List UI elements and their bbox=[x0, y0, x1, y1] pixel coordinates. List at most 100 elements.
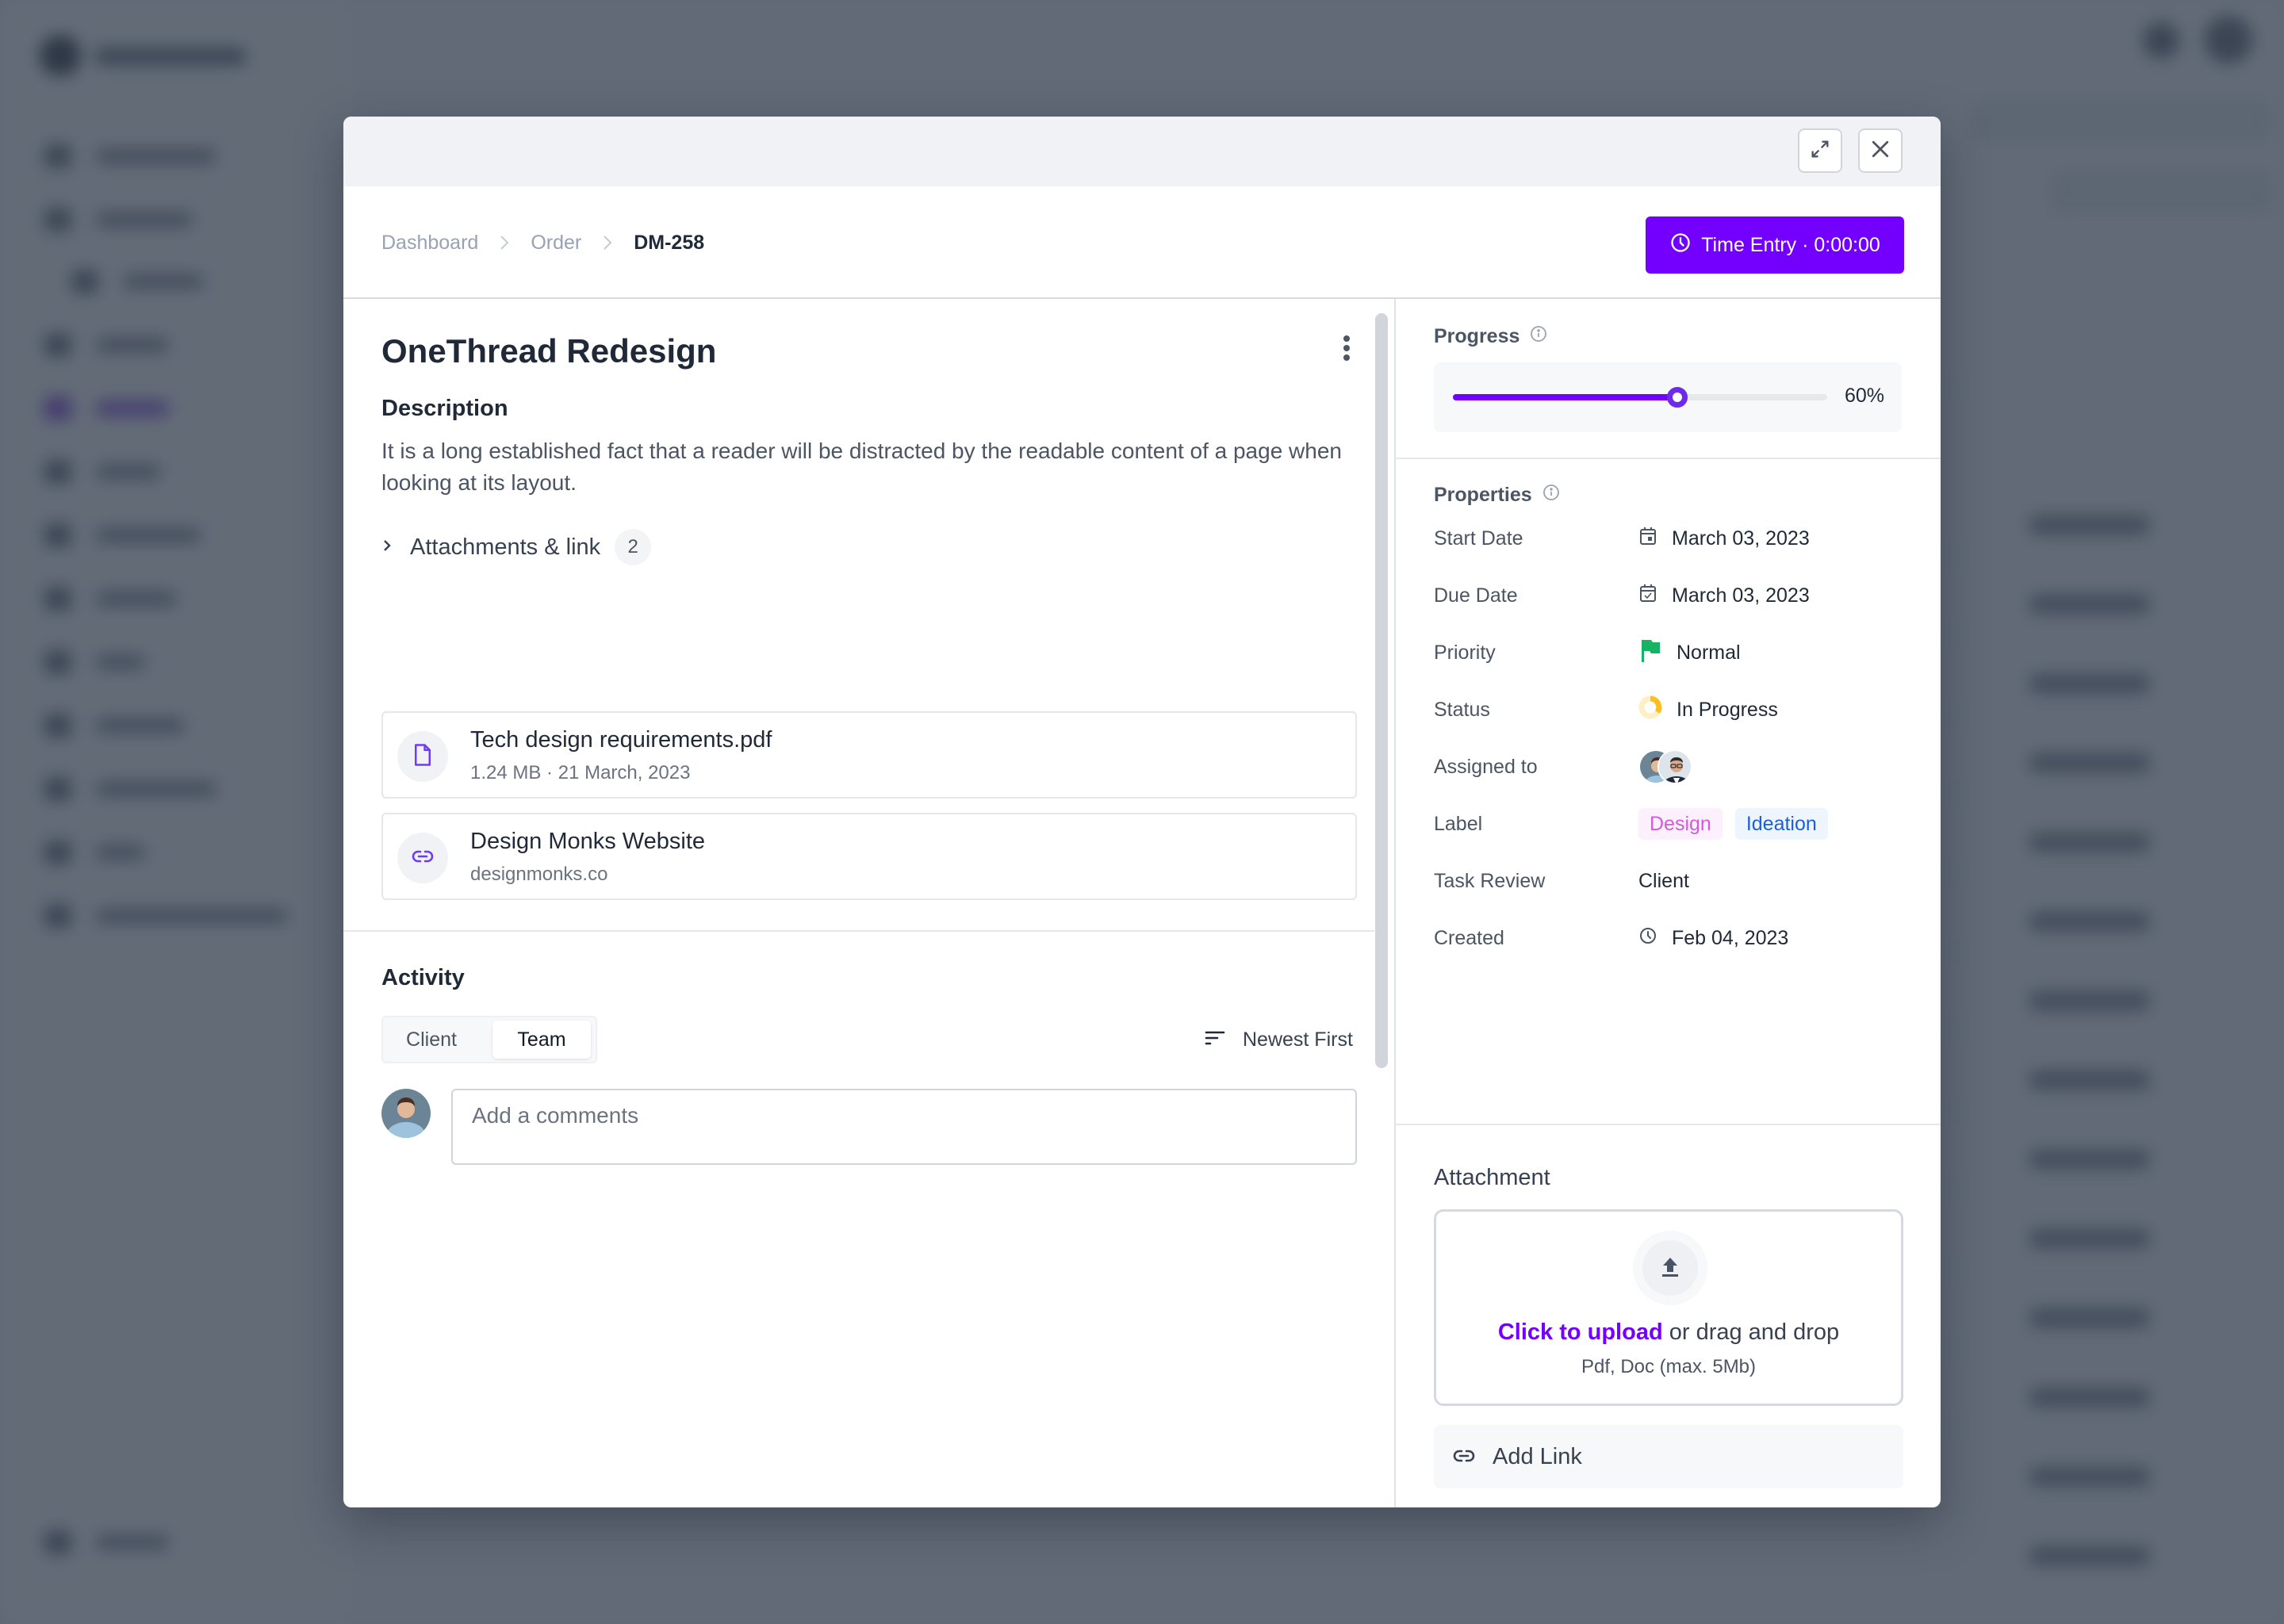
breadcrumb-current: DM-258 bbox=[634, 231, 705, 254]
attachment-item[interactable]: Tech design requirements.pdf 1.24 MB · 2… bbox=[381, 711, 1357, 799]
property-label: Status bbox=[1434, 698, 1490, 721]
clock-icon bbox=[1638, 926, 1657, 951]
time-entry-label: Time Entry · 0:00:00 bbox=[1701, 233, 1880, 256]
upload-icon bbox=[1660, 1255, 1680, 1281]
attachment-icon-circle bbox=[397, 731, 448, 782]
progress-box: 60% bbox=[1434, 362, 1902, 432]
property-label: Created bbox=[1434, 926, 1504, 949]
task-title: OneThread Redesign bbox=[381, 332, 717, 370]
description-heading: Description bbox=[381, 396, 508, 421]
chevron-right-icon bbox=[602, 234, 613, 251]
breadcrumb-dashboard[interactable]: Dashboard bbox=[381, 232, 478, 255]
expand-arrows-icon bbox=[1809, 138, 1831, 164]
info-icon[interactable] bbox=[1542, 483, 1561, 508]
progress-slider-fill bbox=[1453, 394, 1678, 400]
progress-value: 60% bbox=[1845, 385, 1885, 407]
task-detail-modal: Dashboard Order DM-258 Time Entry · 0:00… bbox=[343, 117, 1941, 1507]
attachment-name: Tech design requirements.pdf bbox=[470, 727, 772, 753]
drag-drop-text: or drag and drop bbox=[1662, 1320, 1840, 1345]
chevron-right-icon bbox=[381, 538, 393, 557]
modal-header bbox=[343, 117, 1941, 186]
sort-lines-icon bbox=[1205, 1028, 1225, 1051]
kebab-menu-icon bbox=[1342, 334, 1351, 366]
created-text: Feb 04, 2023 bbox=[1672, 926, 1789, 949]
progress-slider-thumb[interactable] bbox=[1667, 387, 1688, 408]
status-text: In Progress bbox=[1677, 698, 1778, 721]
time-entry-button[interactable]: Time Entry · 0:00:00 bbox=[1646, 216, 1904, 274]
property-task-review: Task Review Client bbox=[1434, 864, 1902, 898]
add-link-button[interactable]: Add Link bbox=[1434, 1425, 1903, 1488]
info-icon[interactable] bbox=[1529, 324, 1548, 349]
sort-label: Newest First bbox=[1243, 1028, 1353, 1051]
attachments-count-badge: 2 bbox=[615, 529, 652, 565]
file-icon bbox=[412, 743, 433, 771]
label-tags: Design Ideation bbox=[1638, 808, 1828, 840]
property-priority: Priority Normal bbox=[1434, 635, 1902, 670]
upload-instructions: Click to upload or drag and drop bbox=[1436, 1320, 1901, 1346]
priority-text: Normal bbox=[1677, 641, 1741, 664]
start-date-value[interactable]: March 03, 2023 bbox=[1638, 526, 1810, 552]
current-user-avatar bbox=[381, 1089, 431, 1138]
property-label: Due Date bbox=[1434, 584, 1518, 607]
upload-icon-circle bbox=[1633, 1231, 1707, 1305]
task-review-value[interactable]: Client bbox=[1638, 870, 1689, 893]
description-text: It is a long established fact that a rea… bbox=[381, 439, 1342, 495]
start-date-text: March 03, 2023 bbox=[1672, 527, 1810, 550]
activity-heading: Activity bbox=[381, 965, 465, 990]
attachments-label: Attachments & link bbox=[410, 534, 601, 560]
activity-tabs: Client Team bbox=[381, 1016, 597, 1063]
progress-ring-icon bbox=[1638, 695, 1662, 725]
property-label: Label bbox=[1434, 812, 1483, 835]
sort-dropdown[interactable]: Newest First bbox=[1205, 1022, 1353, 1057]
attachment-item[interactable]: Design Monks Website designmonks.co bbox=[381, 813, 1357, 900]
attachments-toggle[interactable]: Attachments & link 2 bbox=[381, 529, 652, 565]
assignees[interactable] bbox=[1638, 749, 1692, 784]
progress-slider[interactable] bbox=[1453, 387, 1827, 408]
priority-value[interactable]: Normal bbox=[1638, 638, 1741, 668]
due-date-text: March 03, 2023 bbox=[1672, 584, 1810, 607]
due-date-value[interactable]: March 03, 2023 bbox=[1638, 583, 1810, 609]
flag-icon bbox=[1638, 638, 1662, 668]
link-title: Design Monks Website bbox=[470, 829, 706, 854]
attachment-heading: Attachment bbox=[1434, 1165, 1550, 1190]
properties-heading: Properties bbox=[1434, 483, 1561, 508]
status-value[interactable]: In Progress bbox=[1638, 695, 1778, 725]
calendar-check-icon bbox=[1638, 583, 1657, 609]
close-button[interactable] bbox=[1858, 128, 1903, 173]
property-label: Priority bbox=[1434, 641, 1496, 664]
chevron-right-icon bbox=[499, 234, 510, 251]
property-start-date: Start Date March 03, 2023 bbox=[1434, 521, 1902, 556]
upload-dropzone[interactable]: Click to upload or drag and drop Pdf, Do… bbox=[1434, 1209, 1903, 1406]
assignee-avatar[interactable] bbox=[1657, 749, 1692, 784]
property-label: Task Review bbox=[1434, 869, 1546, 892]
scrollbar[interactable] bbox=[1375, 313, 1388, 1068]
property-label: Start Date bbox=[1434, 527, 1523, 550]
link-icon bbox=[1453, 1444, 1475, 1470]
tag-ideation[interactable]: Ideation bbox=[1734, 808, 1828, 840]
property-label-tags: Label Design Ideation bbox=[1434, 806, 1902, 841]
property-assigned-to: Assigned to bbox=[1434, 749, 1902, 784]
property-label: Assigned to bbox=[1434, 755, 1538, 778]
breadcrumb-order[interactable]: Order bbox=[531, 232, 581, 255]
link-url: designmonks.co bbox=[470, 864, 608, 885]
click-to-upload-link[interactable]: Click to upload bbox=[1498, 1320, 1663, 1345]
attachment-meta: 1.24 MB · 21 March, 2023 bbox=[470, 762, 691, 783]
section-divider bbox=[343, 930, 1374, 932]
created-value: Feb 04, 2023 bbox=[1638, 926, 1788, 951]
upload-hint: Pdf, Doc (max. 5Mb) bbox=[1581, 1356, 1757, 1377]
tag-design[interactable]: Design bbox=[1638, 808, 1723, 840]
task-properties-panel: Progress 60% Properties Start Date March… bbox=[1396, 299, 1941, 1507]
progress-heading-label: Progress bbox=[1434, 325, 1520, 347]
tab-team[interactable]: Team bbox=[492, 1021, 591, 1059]
comment-input[interactable] bbox=[451, 1089, 1357, 1165]
tab-client[interactable]: Client bbox=[388, 1021, 475, 1059]
breadcrumb: Dashboard Order DM-258 bbox=[381, 186, 704, 299]
link-icon bbox=[412, 848, 434, 868]
close-x-icon bbox=[1868, 137, 1892, 165]
property-due-date: Due Date March 03, 2023 bbox=[1434, 578, 1902, 613]
section-divider bbox=[1396, 458, 1941, 459]
property-status: Status In Progress bbox=[1434, 692, 1902, 727]
properties-heading-label: Properties bbox=[1434, 484, 1532, 506]
expand-button[interactable] bbox=[1798, 128, 1842, 173]
more-options-button[interactable] bbox=[1327, 327, 1366, 372]
